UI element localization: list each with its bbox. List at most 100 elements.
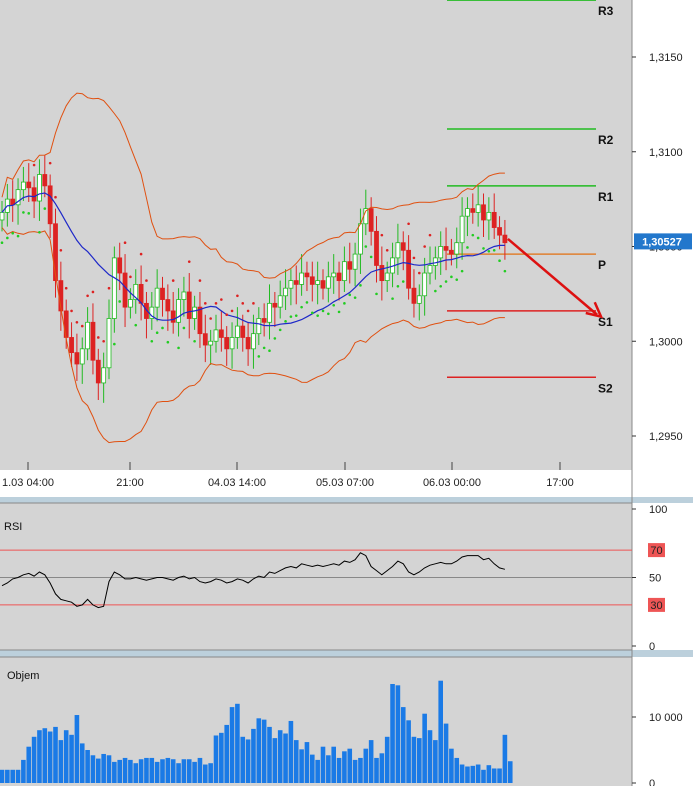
candle-body — [229, 337, 235, 350]
volume-bar — [465, 766, 470, 783]
sar-dot — [230, 309, 234, 313]
volume-bar — [235, 703, 240, 783]
volume-bar — [144, 757, 149, 783]
volume-bar — [320, 746, 326, 783]
sar-dot — [16, 234, 20, 238]
candle-body — [106, 318, 112, 369]
volume-bar — [15, 769, 21, 783]
time-tick-label: 21:00 — [116, 477, 144, 489]
volume-bar — [154, 761, 160, 783]
sar-dot — [305, 301, 309, 304]
sar-dot — [70, 309, 73, 313]
volume-bar — [219, 732, 224, 783]
volume-bar — [304, 742, 310, 783]
sar-dot — [75, 321, 79, 324]
volume-bar — [331, 746, 336, 783]
sar-dot — [171, 279, 175, 282]
sar-dot — [412, 256, 416, 260]
volume-bar — [427, 730, 433, 783]
sar-dot — [428, 233, 432, 237]
pivot-label-s2: S2 — [598, 381, 613, 395]
sar-dot — [241, 302, 245, 305]
candle-body — [347, 261, 353, 270]
volume-bar — [69, 734, 74, 783]
sar-dot — [155, 331, 159, 335]
volume-bar — [347, 748, 353, 783]
candle-body — [111, 257, 117, 319]
sar-dot — [38, 230, 41, 234]
candle-body — [341, 261, 347, 282]
sar-dot — [482, 247, 485, 250]
price-panel — [0, 0, 632, 470]
candle-body — [481, 204, 486, 221]
candle-body — [74, 352, 80, 365]
time-tick-label: 17:00 — [546, 477, 574, 489]
candle-body — [400, 242, 406, 251]
volume-bar — [138, 759, 144, 783]
candle-body — [37, 174, 42, 202]
time-tick-label: 1.03 04:00 — [2, 477, 54, 489]
candle-body — [459, 215, 465, 244]
volume-bar — [79, 743, 85, 783]
volume-bar — [475, 764, 481, 783]
time-tick-label: 05.03 07:00 — [316, 477, 374, 489]
pivot-label-r3: R3 — [598, 4, 614, 18]
candle-body — [422, 272, 428, 297]
candle-body — [475, 204, 481, 213]
candle-body — [79, 348, 85, 365]
volume-bar — [336, 757, 342, 783]
sar-dot — [214, 302, 218, 305]
time-tick-label: 06.03 00:00 — [423, 477, 481, 489]
sar-dot — [476, 236, 480, 240]
candle-body — [448, 249, 454, 255]
sar-dot — [407, 222, 410, 226]
volume-bar — [470, 765, 476, 783]
sar-dot — [236, 294, 239, 298]
sar-dot — [396, 284, 400, 288]
sar-dot — [6, 236, 9, 240]
volume-bar — [42, 728, 48, 783]
sar-dot — [311, 311, 314, 315]
candle-body — [454, 242, 460, 255]
volume-bar — [379, 753, 385, 783]
price-tick-label: 1,2950 — [649, 431, 683, 443]
sar-dot — [348, 293, 352, 297]
candle-body — [47, 185, 53, 225]
sar-dot — [252, 302, 255, 305]
sar-dot — [364, 245, 368, 248]
volume-bar — [74, 715, 80, 783]
sar-dot — [487, 249, 491, 253]
candle-body — [256, 318, 262, 335]
sar-dot — [300, 305, 303, 309]
sar-dot — [11, 231, 14, 235]
sar-dot — [113, 342, 116, 346]
volume-bar — [90, 755, 96, 783]
volume-bar — [10, 769, 15, 783]
volume-bar — [112, 761, 117, 783]
candle-body — [95, 359, 101, 384]
volume-bar — [240, 736, 246, 783]
sar-dot — [257, 355, 261, 358]
candle-body — [261, 318, 267, 323]
sar-dot — [444, 280, 448, 283]
candle-body — [42, 174, 48, 187]
candle-body — [213, 329, 219, 342]
candle-body — [502, 234, 508, 244]
sar-dot — [385, 248, 389, 252]
volume-bar — [31, 736, 37, 783]
sar-dot — [273, 337, 277, 340]
candle-body — [368, 208, 374, 232]
sar-dot — [369, 255, 373, 259]
volume-bar — [267, 726, 272, 783]
sar-dot — [460, 269, 464, 273]
volume-bar — [497, 768, 502, 783]
sar-dot — [455, 278, 459, 281]
volume-bar — [26, 746, 32, 783]
sar-dot — [289, 315, 293, 318]
volume-bar — [213, 735, 219, 783]
candle-body — [101, 367, 107, 384]
sar-dot — [198, 279, 202, 282]
candle-body — [293, 280, 299, 285]
sar-dot — [471, 233, 475, 237]
candle-body — [304, 272, 310, 278]
